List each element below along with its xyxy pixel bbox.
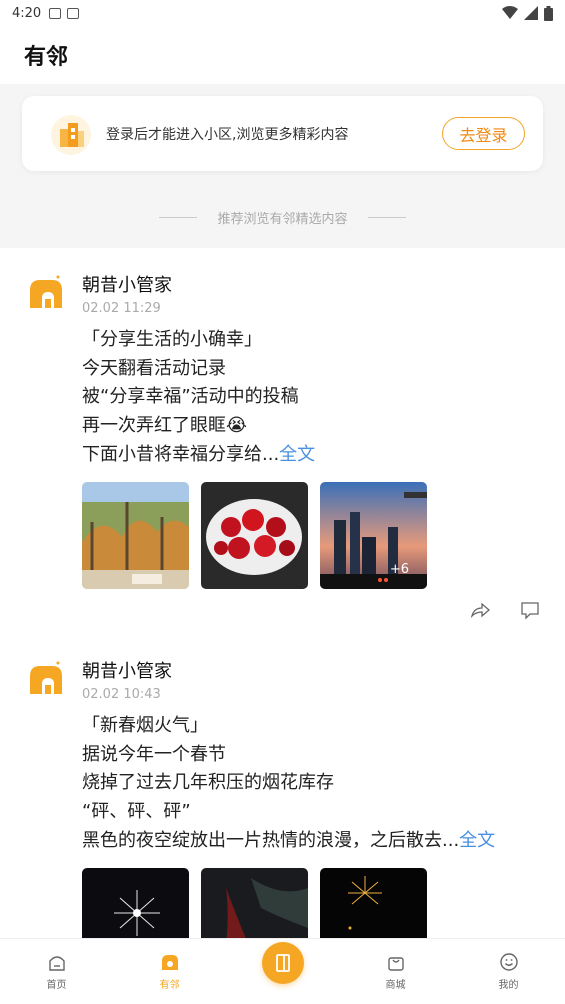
login-button[interactable]: 去登录 (442, 117, 525, 150)
post-images (82, 867, 565, 938)
read-more-link[interactable]: 全文 (279, 444, 315, 465)
avatar-icon[interactable] (28, 274, 64, 310)
post-line: “砰、砰、砰” (82, 801, 191, 823)
login-banner: 登录后才能进入小区,浏览更多精彩内容 去登录 (22, 96, 543, 171)
post-image-roses[interactable] (201, 481, 308, 589)
post-line: 「新春烟火气」 (82, 715, 208, 736)
post-time: 02.02 11:29 (82, 301, 161, 316)
image-notification-icon (49, 7, 62, 19)
post-author[interactable]: 朝昔小管家 (82, 660, 565, 684)
post-card[interactable]: 朝昔小管家 02.02 10:43 「新春烟火气」 据说今年一个春节 烧掉了过去… (0, 660, 565, 938)
neighbors-icon (161, 955, 178, 970)
divider-line-right (367, 217, 406, 218)
status-time: 4:20 (12, 5, 42, 21)
post-content[interactable]: 「新春烟火气」 据说今年一个春节 烧掉了过去几年积压的烟花库存 “砰、砰、砰” … (82, 712, 565, 856)
post-images: +6 (82, 481, 565, 589)
post-content[interactable]: 「分享生活的小确幸」 今天翻看活动记录 被“分享幸福”活动中的投稿 再一次弄红了… (82, 326, 565, 470)
center-action-button[interactable] (261, 941, 304, 984)
nav-label-home: 首页 (46, 980, 67, 991)
nav-item-neighbors[interactable]: 有邻 (113, 952, 226, 991)
nav-item-home[interactable]: 首页 (0, 952, 113, 991)
read-more-link[interactable]: 全文 (459, 830, 495, 851)
post-image-fireworks-3[interactable] (320, 867, 427, 938)
battery-icon (544, 5, 553, 21)
login-area: 登录后才能进入小区,浏览更多精彩内容 去登录 推荐浏览有邻精选内容 (0, 84, 565, 248)
post-line-last: 黑色的夜空绽放出一片热情的浪漫，之后散去...全文 (82, 827, 545, 856)
home-icon (48, 956, 65, 971)
post-time: 02.02 10:43 (82, 687, 161, 702)
wifi-icon (502, 6, 518, 19)
comment-icon[interactable] (519, 599, 541, 621)
post-line: 「分享生活的小确幸」 (82, 329, 262, 350)
post-feed: 朝昔小管家 02.02 11:29 「分享生活的小确幸」 今天翻看活动记录 被“… (0, 248, 565, 938)
divider-line-left (159, 217, 198, 218)
post-line: 再一次弄红了眼眶😭 (82, 415, 248, 437)
post-line-last: 下面小昔将幸福分享给...全文 (82, 441, 545, 470)
post-line: 据说今年一个春节 (82, 743, 226, 765)
post-image-fireworks-1[interactable] (82, 867, 189, 938)
shopping-bag-icon (387, 957, 404, 971)
post-actions (82, 599, 565, 621)
building-icon (48, 111, 94, 157)
bottom-nav: 首页 有邻 商城 我的 (0, 938, 565, 1004)
nav-label-mall: 商城 (385, 980, 406, 991)
post-image-fireworks-2[interactable] (201, 867, 308, 938)
font-notification-icon (67, 7, 80, 19)
smiley-icon (499, 953, 518, 971)
status-bar: 4:20 (0, 0, 565, 26)
recommend-divider: 推荐浏览有邻精选内容 (0, 208, 565, 227)
nav-item-profile[interactable]: 我的 (452, 952, 565, 991)
login-prompt-text: 登录后才能进入小区,浏览更多精彩内容 (106, 126, 349, 143)
post-author[interactable]: 朝昔小管家 (82, 274, 565, 298)
nav-label-neighbors: 有邻 (159, 980, 180, 991)
post-line: 烧掉了过去几年积压的烟花库存 (82, 772, 334, 794)
door-icon (275, 953, 290, 972)
post-image-city[interactable]: +6 (320, 481, 427, 589)
post-card[interactable]: 朝昔小管家 02.02 11:29 「分享生活的小确幸」 今天翻看活动记录 被“… (0, 274, 565, 621)
signal-icon (524, 6, 538, 20)
post-line: 被“分享幸福”活动中的投稿 (82, 386, 299, 408)
avatar-icon[interactable] (28, 660, 64, 696)
nav-label-profile: 我的 (498, 980, 519, 991)
page-title: 有邻 (24, 45, 69, 70)
post-line: 下面小昔将幸福分享给... (82, 443, 280, 465)
more-images-count: +6 (389, 561, 409, 577)
post-line: 今天翻看活动记录 (82, 357, 226, 379)
recommend-divider-text: 推荐浏览有邻精选内容 (217, 212, 348, 227)
nav-center (226, 941, 339, 984)
app-header: 有邻 (0, 26, 565, 84)
post-line: 黑色的夜空绽放出一片热情的浪漫，之后散去... (82, 829, 460, 851)
share-icon[interactable] (469, 599, 491, 621)
nav-item-mall[interactable]: 商城 (339, 952, 452, 991)
post-image-trees[interactable] (82, 481, 189, 589)
